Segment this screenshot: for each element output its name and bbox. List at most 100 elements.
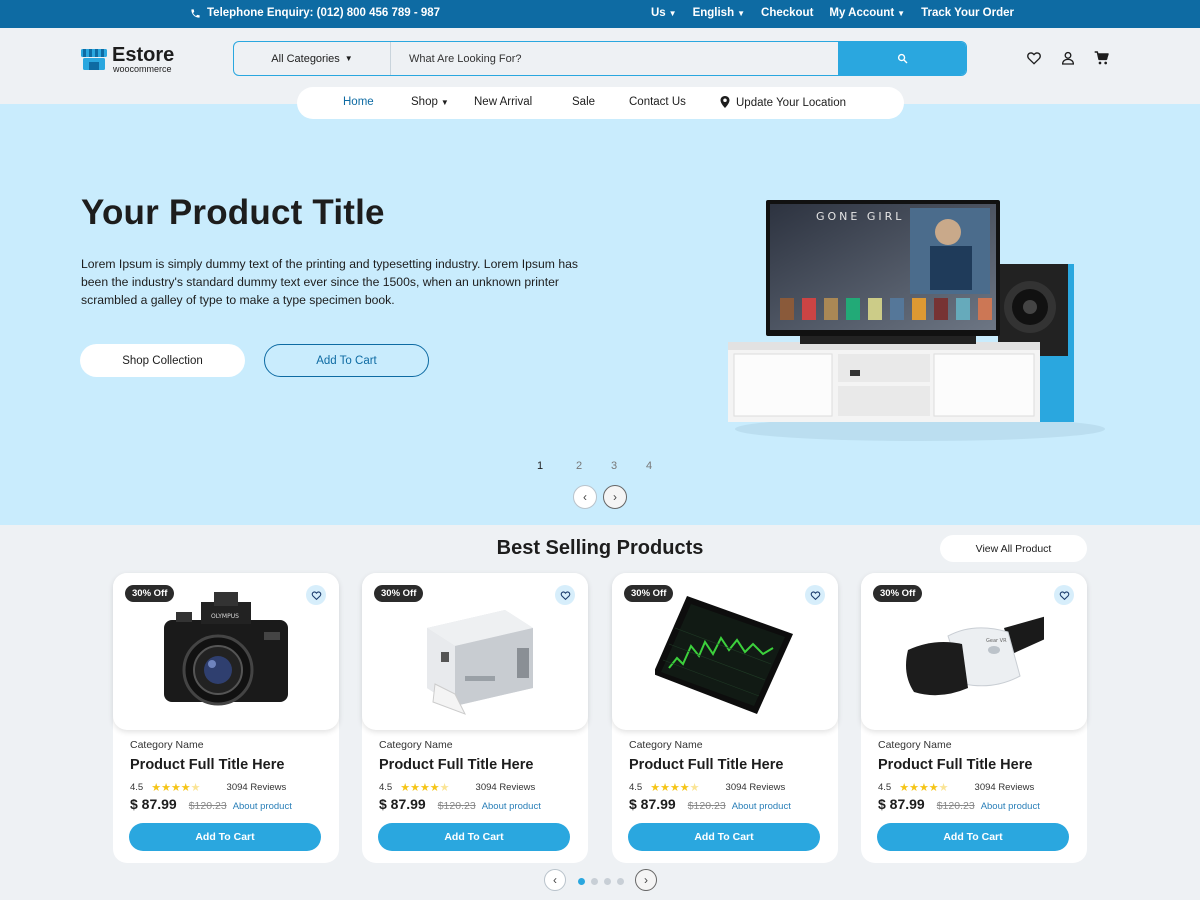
search-bar: All Categories ▼ (233, 41, 967, 76)
price-line: $ 87.99 $120.23 About product (379, 796, 584, 812)
top-menu-track-order[interactable]: Track Your Order (921, 7, 1014, 19)
vr-headset-product-image: Gear VR (906, 616, 1044, 696)
page-3[interactable]: 3 (611, 460, 617, 472)
search-icon (897, 53, 907, 64)
nav-item-update-location[interactable]: Update Your Location (720, 96, 846, 109)
top-menu-language[interactable]: English ▼ (693, 7, 745, 19)
product-price: $ 87.99 (130, 796, 177, 812)
phone-enquiry[interactable]: Telephone Enquiry: (012) 800 456 789 - 9… (190, 7, 440, 19)
product-rating: 4.5 ★★★★★ 3094 Reviews (878, 781, 1078, 794)
nav-item-contact-us[interactable]: Contact Us (629, 96, 686, 108)
logo[interactable]: Estore woocommerce (80, 45, 174, 74)
caret-down-icon: ▼ (344, 54, 353, 63)
old-price: $120.23 (188, 800, 227, 812)
product-category: Category Name (130, 739, 204, 751)
top-menu-us[interactable]: Us ▼ (651, 7, 677, 19)
wishlist-button[interactable] (306, 585, 326, 605)
nav-item-shop[interactable]: Shop ▼ (411, 96, 449, 108)
svg-text:OLYMPUS: OLYMPUS (211, 613, 239, 620)
caret-down-icon: ▼ (737, 9, 746, 18)
price-line: $ 87.99 $120.23 About product (629, 796, 834, 812)
svg-text:Gear VR: Gear VR (986, 638, 1007, 644)
carousel-dot[interactable] (578, 878, 585, 885)
discount-badge: 30% Off (374, 585, 424, 602)
nav-item-sale[interactable]: Sale (572, 96, 595, 108)
add-to-cart-button[interactable]: Add To Cart (628, 823, 820, 851)
about-product-link[interactable]: About product (981, 801, 1040, 812)
product-title[interactable]: Product Full Title Here (379, 757, 533, 773)
old-price: $120.23 (687, 800, 726, 812)
price-line: $ 87.99 $120.23 About product (878, 796, 1083, 812)
about-product-link[interactable]: About product (233, 801, 292, 812)
top-menu-checkout[interactable]: Checkout (761, 7, 813, 19)
nav-item-label: Shop (411, 96, 438, 108)
product-category: Category Name (629, 739, 703, 751)
price-line: $ 87.99 $120.23 About product (130, 796, 335, 812)
carousel-dot[interactable] (591, 878, 598, 885)
add-to-cart-button[interactable]: Add To Cart (129, 823, 321, 851)
about-product-link[interactable]: About product (732, 801, 791, 812)
product-title[interactable]: Product Full Title Here (878, 757, 1032, 773)
top-menu-label: English (692, 7, 735, 19)
top-menu-label: Track Your Order (921, 7, 1014, 19)
top-menu-label: My Account (829, 7, 895, 19)
category-select[interactable]: All Categories ▼ (234, 42, 391, 75)
product-rating: 4.5 ★★★★★ 3094 Reviews (379, 781, 579, 794)
heart-icon (810, 590, 820, 600)
wishlist-button[interactable] (805, 585, 825, 605)
heart-icon (1059, 590, 1069, 600)
carousel-dot[interactable] (604, 878, 611, 885)
chevron-right-icon: › (644, 873, 648, 887)
nav-item-label: Update Your Location (736, 97, 846, 109)
page-4[interactable]: 4 (646, 460, 652, 472)
star-rating-icon: ★★★★★ (151, 782, 201, 794)
product-category: Category Name (878, 739, 952, 751)
product-card: 30% Off Category Name Product Full Title… (612, 573, 838, 863)
products-prev-button[interactable]: ‹ (544, 869, 566, 891)
user-icon[interactable] (1060, 50, 1076, 66)
hero-add-to-cart-button[interactable]: Add To Cart (264, 344, 429, 377)
cart-icon[interactable] (1094, 50, 1110, 66)
nav-item-new-arrival[interactable]: New Arrival (474, 96, 532, 108)
page-1[interactable]: 1 (537, 460, 543, 472)
discount-badge: 30% Off (873, 585, 923, 602)
shop-collection-button[interactable]: Shop Collection (80, 344, 245, 377)
main-nav: Home Shop ▼ New Arrival Sale Contact Us U… (297, 87, 904, 119)
top-menu-my-account[interactable]: My Account ▼ (829, 7, 905, 19)
caret-down-icon: ▼ (440, 98, 449, 107)
tablet-product-image (655, 596, 793, 714)
view-all-products-button[interactable]: View All Product (940, 535, 1087, 562)
nav-item-home[interactable]: Home (343, 96, 374, 108)
chevron-left-icon: ‹ (583, 490, 587, 504)
page-2[interactable]: 2 (576, 460, 582, 472)
product-rating: 4.5 ★★★★★ 3094 Reviews (629, 781, 829, 794)
search-button[interactable] (838, 42, 966, 75)
discount-badge: 30% Off (624, 585, 674, 602)
add-to-cart-button[interactable]: Add To Cart (378, 823, 570, 851)
product-price: $ 87.99 (629, 796, 676, 812)
hero-description: Lorem Ipsum is simply dummy text of the … (81, 257, 578, 307)
hero-title: Your Product Title (81, 193, 385, 232)
add-to-cart-button[interactable]: Add To Cart (877, 823, 1069, 851)
about-product-link[interactable]: About product (482, 801, 541, 812)
top-bar: Telephone Enquiry: (012) 800 456 789 - 9… (0, 0, 1200, 28)
search-input[interactable] (391, 42, 838, 75)
phone-icon (191, 8, 200, 18)
hero-prev-button[interactable]: ‹ (573, 485, 597, 509)
heart-icon[interactable] (1026, 50, 1042, 66)
category-select-label: All Categories (271, 52, 340, 65)
wishlist-button[interactable] (1054, 585, 1074, 605)
hero-next-button[interactable]: › (603, 485, 627, 509)
product-title[interactable]: Product Full Title Here (130, 757, 284, 773)
review-count: 3094 Reviews (226, 782, 287, 793)
carousel-dot[interactable] (617, 878, 624, 885)
wishlist-button[interactable] (555, 585, 575, 605)
caret-down-icon: ▼ (897, 9, 906, 18)
hero-banner: Your Product Title Lorem Ipsum is simply… (0, 104, 1200, 525)
top-menu-label: Checkout (761, 7, 814, 19)
top-menu: Us ▼ English ▼ Checkout My Account ▼ Track … (651, 7, 1014, 19)
product-title[interactable]: Product Full Title Here (629, 757, 783, 773)
products-next-button[interactable]: › (635, 869, 657, 891)
product-card: Gear VR 30% Off Category Name Product Fu… (861, 573, 1087, 863)
heart-icon (560, 590, 570, 600)
